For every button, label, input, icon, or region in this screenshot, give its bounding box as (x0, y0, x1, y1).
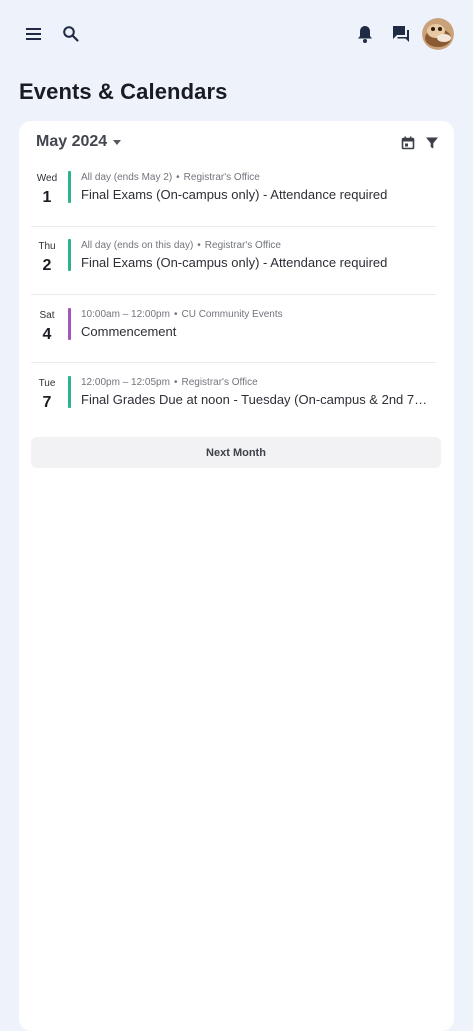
event-title: Final Grades Due at noon - Tuesday (On-c… (81, 392, 431, 407)
event-color-bar (68, 171, 71, 203)
event-day-number: 2 (42, 257, 52, 274)
event-day-number: 1 (42, 189, 52, 206)
event-time: 12:00pm – 12:05pm (81, 377, 170, 388)
next-month-button[interactable]: Next Month (31, 437, 441, 468)
event-date: Sat 4 (31, 310, 63, 344)
month-selector[interactable]: May 2024 (36, 133, 122, 151)
event-time: 10:00am – 12:00pm (81, 309, 170, 320)
event-weekday: Wed (36, 173, 58, 184)
meta-separator: • (173, 377, 178, 388)
event-source: CU Community Events (181, 309, 283, 320)
event-item[interactable]: Wed 1 All day (ends May 2) • Registrar's O… (31, 167, 436, 223)
event-color-bar (68, 308, 71, 340)
divider (31, 226, 436, 227)
event-color-bar (68, 239, 71, 271)
event-weekday: Tue (38, 378, 56, 389)
page-title: Events & Calendars (19, 79, 228, 104)
avatar[interactable] (422, 18, 454, 50)
event-weekday: Thu (38, 241, 56, 252)
divider (31, 294, 436, 295)
event-source: Registrar's Office (181, 377, 258, 388)
event-day-number: 4 (42, 326, 52, 343)
chevron-down-icon (113, 139, 122, 145)
event-title: Final Exams (On-campus only) - Attendanc… (81, 187, 388, 202)
event-item[interactable]: Tue 7 12:00pm – 12:05pm • Registrar's Offi… (31, 372, 436, 428)
event-source: Registrar's Office (183, 172, 260, 183)
bell-icon[interactable] (350, 19, 380, 49)
event-title: Final Exams (On-campus only) - Attendanc… (81, 255, 388, 270)
event-title: Commencement (81, 324, 177, 339)
meta-separator: • (176, 172, 180, 183)
event-source: Registrar's Office (204, 240, 281, 251)
event-date: Tue 7 (31, 378, 63, 412)
search-icon[interactable] (56, 19, 86, 49)
menu-icon[interactable] (19, 19, 49, 49)
events-card: May 2024 Wed 1 All day (ends May 2) • Regi… (19, 121, 454, 1031)
event-day-number: 7 (42, 394, 52, 411)
event-weekday: Sat (39, 310, 55, 321)
event-time: All day (ends May 2) (81, 172, 173, 183)
month-label: May 2024 (36, 133, 108, 150)
chat-icon[interactable] (386, 19, 416, 49)
event-date: Wed 1 (31, 173, 63, 207)
meta-separator: • (173, 309, 178, 320)
top-app-bar (0, 0, 473, 68)
event-item[interactable]: Thu 2 All day (ends on this day) • Registr… (31, 235, 436, 291)
filter-icon[interactable] (422, 133, 442, 153)
calendar-icon[interactable] (398, 133, 418, 153)
event-time: All day (ends on this day) (81, 240, 194, 251)
event-item[interactable]: Sat 4 10:00am – 12:00pm • CU Community Eve… (31, 304, 436, 360)
event-color-bar (68, 376, 71, 408)
event-date: Thu 2 (31, 241, 63, 275)
event-meta: 12:00pm – 12:05pm • Registrar's Office (81, 377, 258, 388)
event-meta: All day (ends on this day) • Registrar's O… (81, 240, 281, 251)
divider (31, 362, 436, 363)
meta-separator: • (197, 240, 201, 251)
event-meta: All day (ends May 2) • Registrar's Office (81, 172, 260, 183)
event-meta: 10:00am – 12:00pm • CU Community Events (81, 309, 283, 320)
